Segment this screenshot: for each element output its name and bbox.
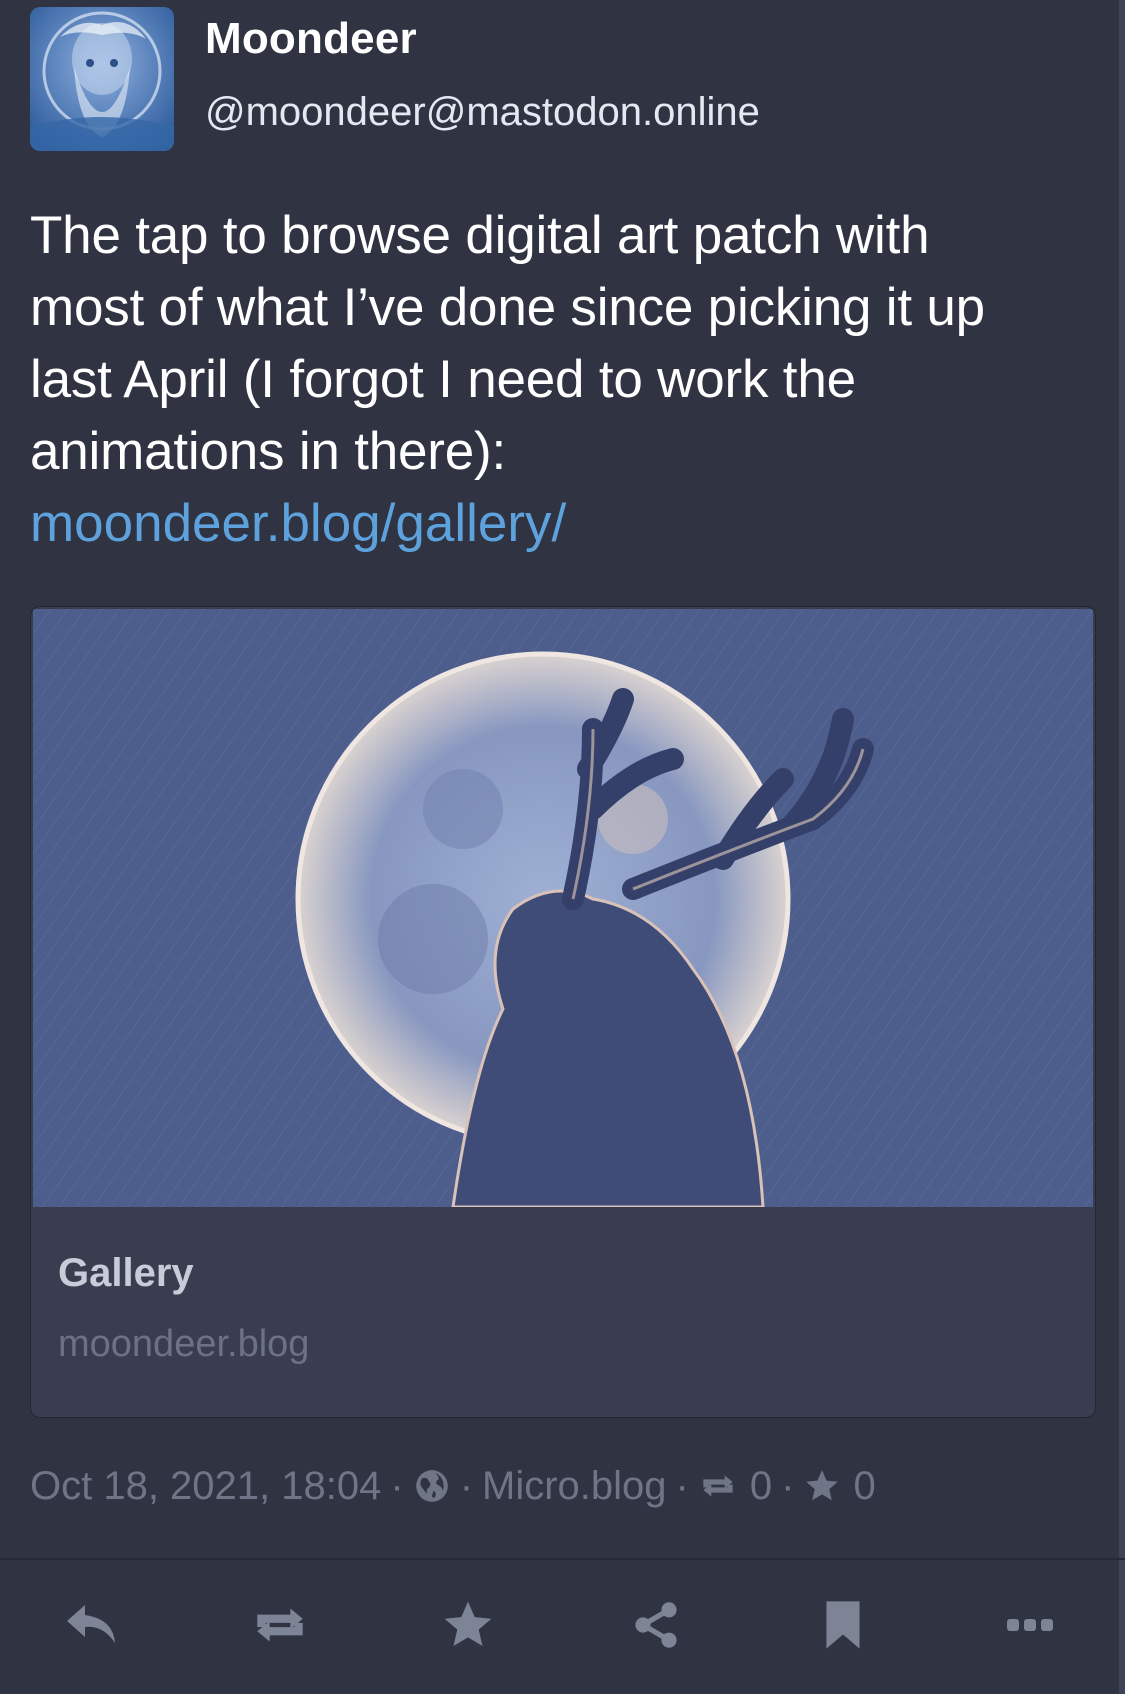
post-link[interactable]: moondeer.blog/gallery/	[30, 488, 566, 560]
post-text-line: most of what I’ve done since picking it …	[30, 278, 985, 337]
star-icon	[444, 1601, 492, 1646]
post-text-line: The tap to browse digital art patch with	[30, 206, 930, 265]
post-client[interactable]: Micro.blog	[482, 1464, 667, 1509]
boost-count: 0	[749, 1463, 773, 1508]
card-image[interactable]	[33, 609, 1093, 1207]
avatar-portrait-icon	[30, 7, 174, 151]
post-meta: Oct 18, 2021, 18:04 · · Micro.blog · 0 ·…	[30, 1460, 876, 1512]
scrollbar-edge	[1119, 0, 1125, 1694]
author-handle[interactable]: @moondeer@mastodon.online	[205, 90, 760, 135]
bookmark-icon	[826, 1601, 860, 1649]
meta-separator: ·	[459, 1463, 474, 1508]
boost-button[interactable]	[240, 1590, 320, 1660]
link-preview-card[interactable]: Gallery moondeer.blog	[30, 606, 1096, 1418]
post-text-line: animations in there):	[30, 422, 506, 481]
favourite-count: 0	[853, 1463, 876, 1508]
favourite-count-icon	[803, 1467, 841, 1505]
deer-moon-artwork	[33, 609, 1093, 1207]
share-button[interactable]	[616, 1590, 696, 1660]
meta-separator: ·	[390, 1463, 404, 1508]
author-avatar[interactable]	[30, 7, 174, 151]
action-bar	[0, 1560, 1119, 1694]
boost-icon	[257, 1608, 303, 1642]
meta-separator: ·	[675, 1463, 689, 1508]
favourite-button[interactable]	[428, 1590, 508, 1660]
reply-icon	[67, 1605, 115, 1643]
post-timestamp[interactable]: Oct 18, 2021, 18:04	[30, 1464, 381, 1509]
card-title: Gallery	[58, 1251, 194, 1295]
boost-count-icon	[698, 1471, 738, 1501]
meta-separator: ·	[781, 1463, 795, 1508]
globe-icon	[413, 1467, 451, 1505]
post-content: The tap to browse digital art patch with…	[30, 200, 1090, 488]
reply-button[interactable]	[53, 1590, 133, 1660]
more-icon	[1007, 1619, 1053, 1631]
bookmark-button[interactable]	[803, 1590, 883, 1660]
more-button[interactable]	[990, 1590, 1070, 1660]
card-host: moondeer.blog	[58, 1323, 310, 1365]
author-display-name[interactable]: Moondeer	[205, 14, 417, 64]
share-icon	[635, 1602, 677, 1648]
post-text-line: last April (I forgot I need to work the	[30, 350, 856, 409]
